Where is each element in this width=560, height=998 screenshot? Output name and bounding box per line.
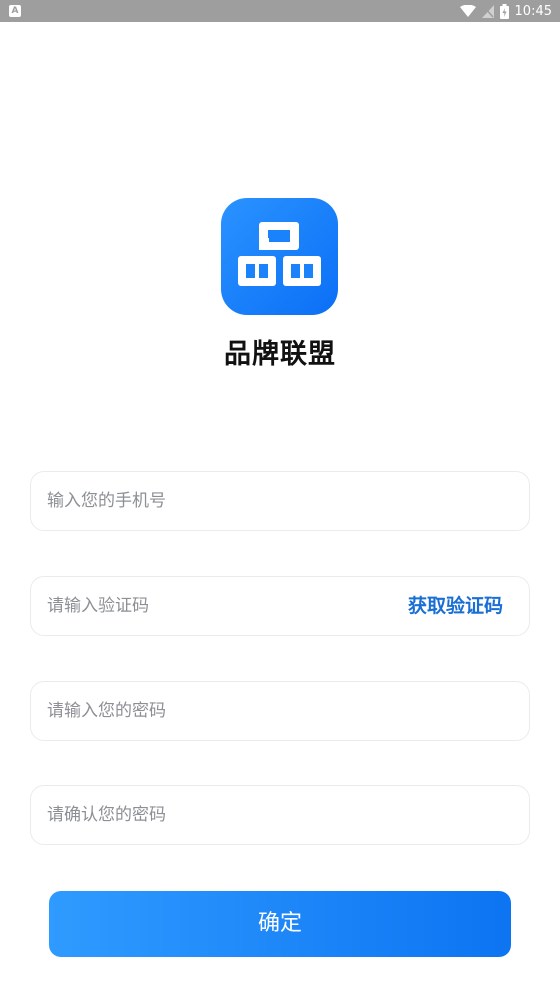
- phone-input[interactable]: 输入您的手机号: [30, 471, 530, 531]
- app-logo-icon: [221, 198, 338, 315]
- app-name: 品牌联盟: [224, 339, 336, 370]
- no-signal-icon: [481, 4, 494, 18]
- status-icons: 10:45: [459, 0, 552, 22]
- confirm-password-input[interactable]: 请确认您的密码: [30, 785, 530, 845]
- password-input[interactable]: 请输入您的密码: [30, 681, 530, 741]
- confirm-button[interactable]: 确定: [49, 891, 511, 957]
- status-bar: A 10:45: [0, 0, 560, 22]
- password-placeholder: 请输入您的密码: [47, 701, 166, 721]
- code-placeholder: 请输入验证码: [47, 596, 149, 616]
- phone-placeholder: 输入您的手机号: [47, 491, 166, 511]
- confirm-password-placeholder: 请确认您的密码: [47, 805, 166, 825]
- verification-code-input[interactable]: 请输入验证码 获取验证码: [30, 576, 530, 636]
- get-code-button[interactable]: 获取验证码: [408, 577, 503, 635]
- wifi-icon: [459, 5, 476, 17]
- battery-icon: [499, 3, 509, 19]
- clock: 10:45: [514, 3, 552, 19]
- notification-icon: A: [9, 5, 21, 17]
